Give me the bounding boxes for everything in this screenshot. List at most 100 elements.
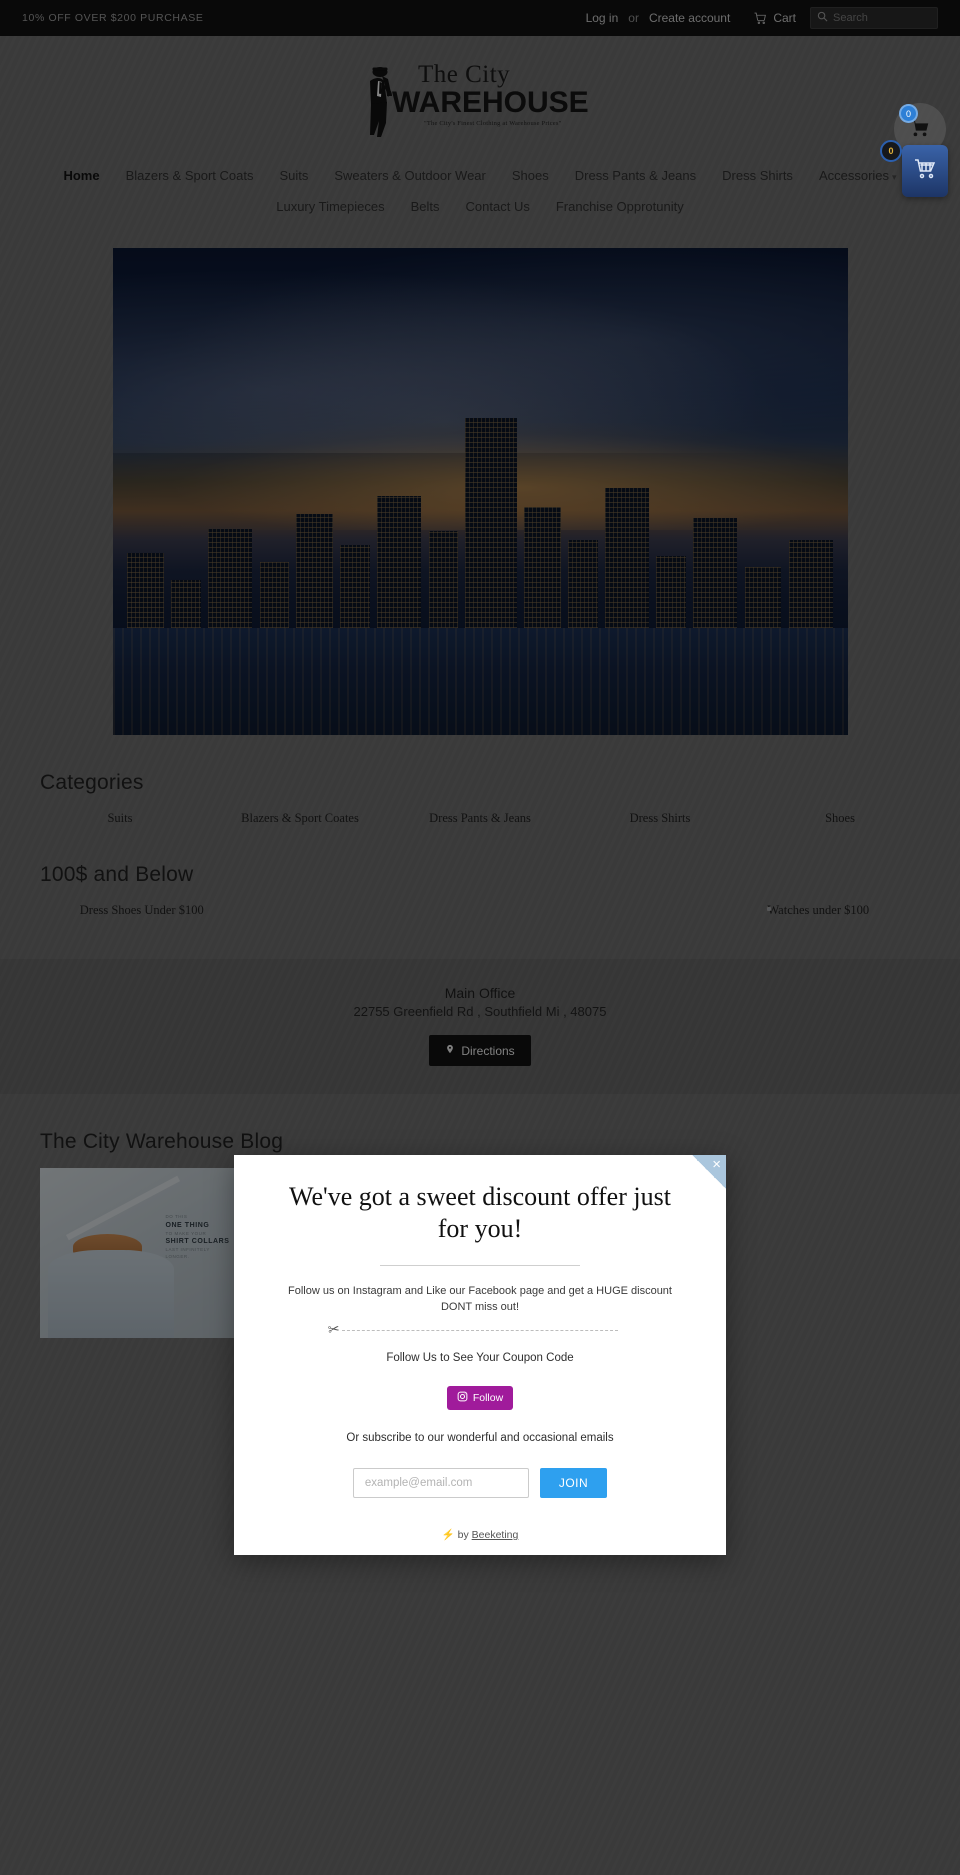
product-label-watches: Watches under $100	[767, 903, 870, 917]
nav-item-luxury-timepieces[interactable]: Luxury Timepieces	[263, 191, 397, 222]
scissors-icon: ✂	[326, 1320, 341, 1339]
category-card-dress-shirts[interactable]: Dress Shirts	[580, 809, 740, 827]
nav-item-contact-us[interactable]: Contact Us	[453, 191, 543, 222]
or-separator: or	[628, 11, 639, 25]
close-icon[interactable]: ×	[712, 1156, 721, 1173]
blog-card-1-text: DO THIS ONE THING TO MAKE YOUR SHIRT COL…	[165, 1214, 229, 1260]
product-card-three[interactable]	[491, 901, 695, 919]
logo-tagline: "The City's Finest Clothing at Warehouse…	[424, 120, 562, 128]
store-address: 22755 Greenfield Rd , Southfield Mi , 48…	[353, 1004, 607, 1019]
site-logo[interactable]: The City WAREHOUSE "The City's Finest Cl…	[330, 53, 630, 137]
hero-banner-image[interactable]	[112, 248, 848, 735]
hero-skyline	[113, 409, 848, 629]
nav-item-blazers-sport-coats[interactable]: Blazers & Sport Coats	[113, 160, 267, 191]
category-card-shoes[interactable]: Shoes	[760, 809, 920, 827]
beeketing-link[interactable]: Beeketing	[472, 1529, 519, 1541]
store-info-band: Main Office 22755 Greenfield Rd , Southf…	[0, 959, 960, 1094]
nav-item-home[interactable]: Home	[50, 160, 112, 191]
categories-title: Categories	[40, 771, 144, 794]
category-card-dress-pants[interactable]: Dress Pants & Jeans	[400, 809, 560, 827]
credit-prefix: by	[457, 1529, 469, 1541]
nav-item-belts[interactable]: Belts	[398, 191, 453, 222]
category-label-blazers: Blazers & Sport Coates	[241, 811, 359, 825]
create-account-link[interactable]: Create account	[643, 11, 736, 25]
blog-1-sub2: SHIRT COLLARS	[165, 1238, 230, 1246]
map-pin-icon	[445, 1043, 455, 1058]
floating-chat-cart-button[interactable]	[902, 145, 948, 197]
nav-item-accessories-label: Accessories	[818, 168, 890, 183]
nav-item-franchise-opprotunity[interactable]: Franchise Opprotunity	[543, 191, 697, 222]
nav-row-secondary: Luxury Timepieces Belts Contact Us Franc…	[0, 191, 960, 222]
modal-body: We've got a sweet discount offer just fo…	[234, 1155, 726, 1499]
product-card-dress-shoes-under-100[interactable]: Dress Shoes Under $100	[40, 901, 244, 919]
nav-item-dress-pants-jeans[interactable]: Dress Pants & Jeans	[562, 160, 709, 191]
below-100-title: 100$ and Below	[40, 863, 194, 886]
blog-card-shirt-collars[interactable]: DO THIS ONE THING TO MAKE YOUR SHIRT COL…	[40, 1168, 244, 1338]
categories-section: Categories Suits Blazers & Sport Coates …	[20, 771, 940, 827]
directions-button[interactable]: Directions	[429, 1035, 531, 1066]
nav-item-accessories[interactable]: Accessories ▾	[806, 160, 910, 191]
search-input[interactable]	[833, 12, 931, 24]
logo-text: The City WAREHOUSE "The City's Finest Cl…	[392, 62, 589, 128]
nav-item-shoes[interactable]: Shoes	[499, 160, 562, 191]
blog-1-sub4: LONGER.	[165, 1253, 190, 1259]
below-100-grid: Dress Shoes Under $100 Watches under $10…	[40, 901, 920, 919]
product-card-two[interactable]	[266, 901, 470, 919]
search-icon	[817, 9, 828, 27]
announcement-bar: 10% OFF OVER $200 PURCHASE Log in or Cre…	[0, 0, 960, 36]
categories-grid: Suits Blazers & Sport Coates Dress Pants…	[40, 809, 920, 827]
join-button[interactable]: JOIN	[539, 1468, 608, 1499]
modal-subtext: Follow us on Instagram and Like our Face…	[287, 1285, 672, 1314]
dashed-line	[342, 1330, 618, 1332]
page-root: 10% OFF OVER $200 PURCHASE Log in or Cre…	[0, 0, 960, 1875]
chat-unread-badge: 0	[880, 140, 902, 162]
coupon-cut-line: ✂	[280, 1320, 680, 1339]
nav-item-suits[interactable]: Suits	[266, 160, 321, 191]
email-field[interactable]	[352, 1468, 529, 1499]
beeketing-credit: ⚡ by Beeketing	[234, 1528, 726, 1541]
login-link[interactable]: Log in	[580, 11, 625, 25]
blog-1-headline: ONE THING	[165, 1221, 210, 1229]
instagram-icon	[457, 1391, 468, 1405]
gentleman-silhouette-icon	[358, 63, 400, 137]
floating-cart-badge: 0	[899, 104, 918, 123]
logo-line-two: WAREHOUSE	[392, 86, 589, 120]
category-label-dress-shirts: Dress Shirts	[629, 811, 691, 825]
modal-or-text: Or subscribe to our wonderful and occasi…	[346, 1432, 614, 1445]
category-card-blazers[interactable]: Blazers & Sport Coates	[220, 809, 380, 827]
nav-item-dress-shirts[interactable]: Dress Shirts	[709, 160, 806, 191]
nav-item-sweaters-outdoor-wear[interactable]: Sweaters & Outdoor Wear	[321, 160, 499, 191]
modal-heading: We've got a sweet discount offer just fo…	[289, 1182, 671, 1243]
product-card-watches-under-100[interactable]: Watches under $100	[717, 901, 921, 919]
category-card-suits[interactable]: Suits	[40, 809, 200, 827]
logo-area: The City WAREHOUSE "The City's Finest Cl…	[0, 36, 960, 154]
beeketing-bolt-icon: ⚡	[441, 1529, 455, 1541]
cart-widget-icon	[913, 157, 937, 186]
modal-divider	[380, 1265, 580, 1267]
product-label-dress-shoes: Dress Shoes Under $100	[79, 903, 204, 917]
blog-title: The City Warehouse Blog	[40, 1130, 284, 1153]
chevron-down-icon: ▾	[892, 172, 897, 182]
blog-card-empty	[717, 1168, 921, 1338]
category-label-dress-pants: Dress Pants & Jeans	[429, 811, 531, 825]
hero-water-reflections	[112, 627, 848, 735]
cart-link[interactable]: Cart	[754, 11, 796, 25]
subscribe-row: JOIN	[280, 1468, 680, 1499]
search-box[interactable]	[810, 7, 938, 29]
blog-hanger-shape	[66, 1176, 181, 1241]
cart-label: Cart	[773, 11, 796, 25]
cart-icon	[754, 12, 767, 25]
topbar-right: Log in or Create account Cart	[580, 7, 938, 29]
modal-coupon-text: Follow Us to See Your Coupon Code	[386, 1352, 574, 1365]
follow-label: Follow	[472, 1392, 504, 1405]
main-navigation: Home Blazers & Sport Coats Suits Sweater…	[0, 154, 960, 232]
blog-shirt-shape	[48, 1249, 175, 1338]
category-label-suits: Suits	[107, 811, 133, 825]
category-label-shoes: Shoes	[825, 811, 855, 825]
discount-offer-modal: × We've got a sweet discount offer just …	[234, 1155, 726, 1555]
below-100-section: 100$ and Below Dress Shoes Under $100 Wa…	[20, 863, 940, 919]
promo-text: 10% OFF OVER $200 PURCHASE	[22, 12, 204, 24]
store-title: Main Office	[444, 985, 516, 1001]
nav-row-primary: Home Blazers & Sport Coats Suits Sweater…	[0, 160, 960, 191]
instagram-follow-button[interactable]: Follow	[446, 1386, 514, 1411]
